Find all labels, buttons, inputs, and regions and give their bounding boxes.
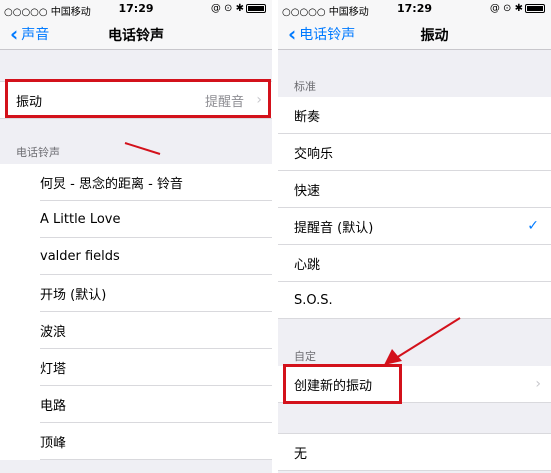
status-icons: @ ⊙ ✱ xyxy=(490,3,545,14)
checkmark-icon: ✓ xyxy=(527,218,539,234)
ringtone-item[interactable]: valder fields xyxy=(0,238,272,275)
back-button[interactable]: ‹ 电话铃声 xyxy=(288,24,355,44)
battery-icon xyxy=(525,3,545,13)
vibration-screen: ○○○○○ 中国移动 17:29 @ ⊙ ✱ ‹ 电话铃声 振动 标准 断奏 交… xyxy=(278,0,551,473)
custom-section-header: 自定 xyxy=(294,350,316,363)
vibration-none-row[interactable]: 无 xyxy=(278,434,551,471)
arrow-icon xyxy=(124,142,161,155)
vibration-option[interactable]: 心跳 xyxy=(278,245,551,282)
ringtone-item[interactable]: 开场 (默认) xyxy=(0,275,272,312)
vibration-option[interactable]: 断奏 xyxy=(278,97,551,134)
standard-vibration-list: 断奏 交响乐 快速 提醒音 (默认) ✓ 心跳 S.O.S. xyxy=(278,97,551,319)
ringtone-item[interactable]: A Little Love xyxy=(0,201,272,238)
none-group: 无 xyxy=(278,433,551,471)
back-label: 声音 xyxy=(21,27,50,43)
chevron-left-icon: ‹ xyxy=(10,22,19,46)
navigation-bar: ‹ 电话铃声 振动 xyxy=(278,18,551,50)
ringtone-item[interactable]: 灯塔 xyxy=(0,349,272,386)
chevron-right-icon: › xyxy=(535,376,541,392)
ringtone-item[interactable]: 波浪 xyxy=(0,312,272,349)
highlight-box xyxy=(283,364,402,404)
back-button[interactable]: ‹ 声音 xyxy=(10,24,49,44)
highlight-box xyxy=(5,79,271,118)
ringtone-list: 何炅 - 思念的距离 - 铃音 A Little Love valder fie… xyxy=(0,164,272,460)
arrow-icon xyxy=(384,317,461,365)
ringtone-item[interactable]: 顶峰 xyxy=(0,423,272,460)
ringtone-item[interactable]: 何炅 - 思念的距离 - 铃音 xyxy=(0,164,272,201)
status-icons: @ ⊙ ✱ xyxy=(211,3,266,14)
vibration-option-selected[interactable]: 提醒音 (默认) ✓ xyxy=(278,208,551,245)
standard-section-header: 标准 xyxy=(294,80,316,93)
vibration-option[interactable]: 快速 xyxy=(278,171,551,208)
ringtone-screen: ○○○○○ 中国移动 17:29 @ ⊙ ✱ ‹ 声音 电话铃声 振动 提醒音 … xyxy=(0,0,272,473)
status-bar: ○○○○○ 中国移动 17:29 @ ⊙ ✱ xyxy=(0,0,272,18)
vibration-option[interactable]: 交响乐 xyxy=(278,134,551,171)
chevron-left-icon: ‹ xyxy=(288,22,297,46)
ringtone-item[interactable]: 电路 xyxy=(0,386,272,423)
status-bar: ○○○○○ 中国移动 17:29 @ ⊙ ✱ xyxy=(278,0,551,18)
ringtone-section-header: 电话铃声 xyxy=(16,146,60,159)
battery-icon xyxy=(246,3,266,13)
navigation-bar: ‹ 声音 电话铃声 xyxy=(0,18,272,50)
back-label: 电话铃声 xyxy=(299,27,356,43)
